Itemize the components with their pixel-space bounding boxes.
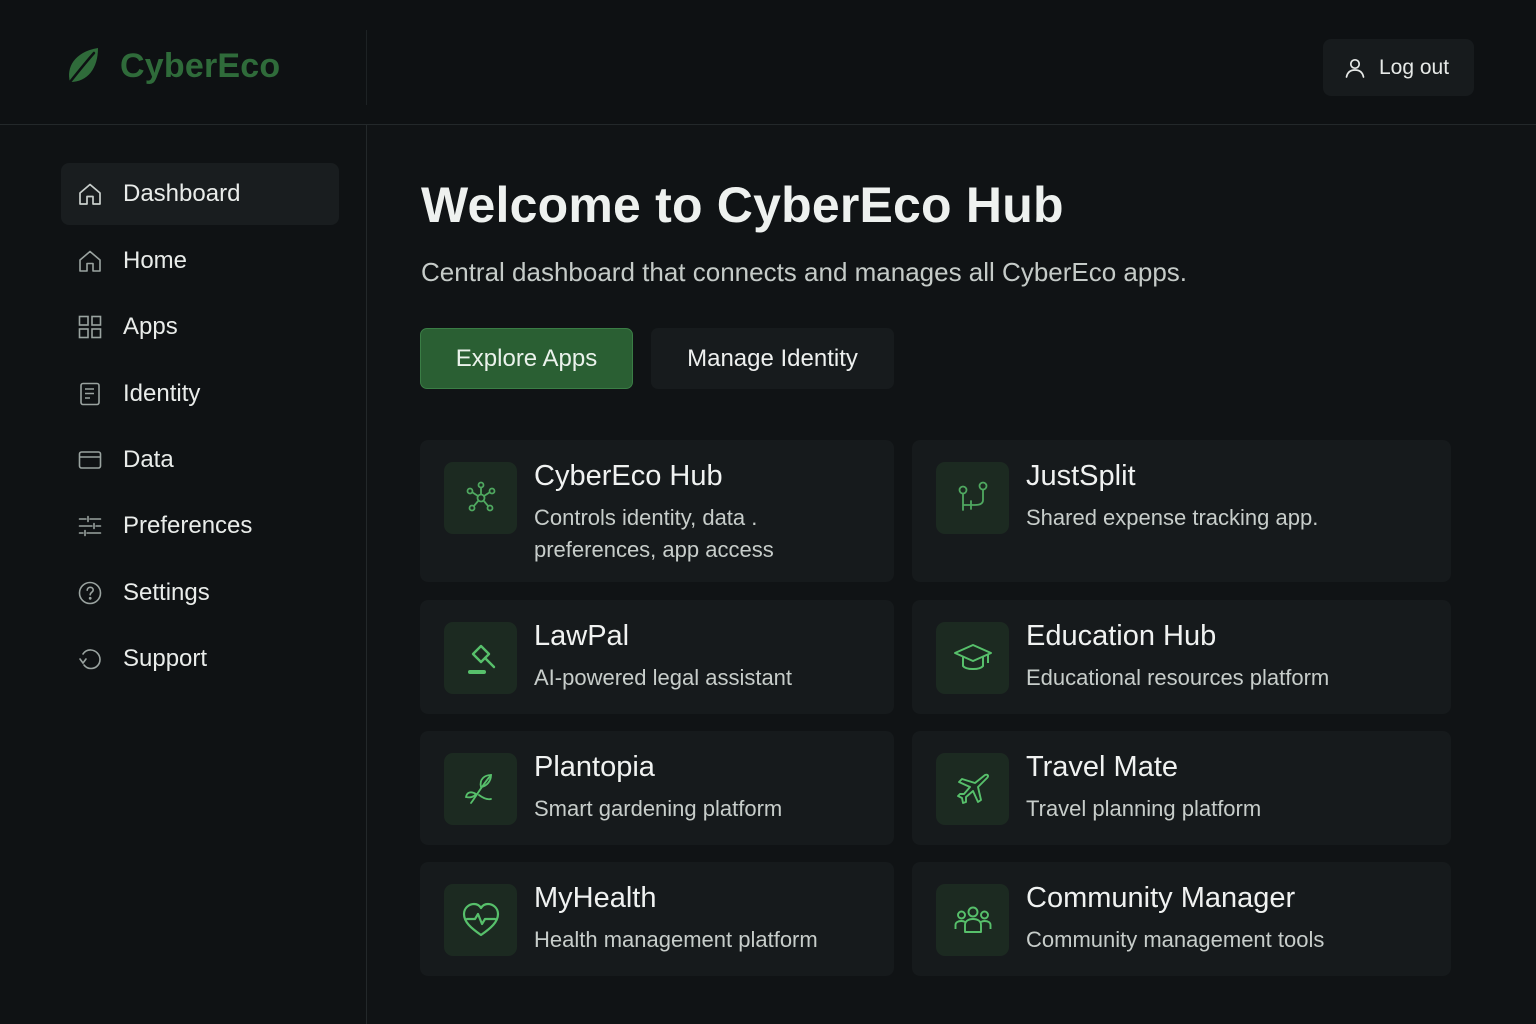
brand-logo[interactable]: CyberEco — [64, 44, 280, 88]
network-icon — [466, 481, 495, 512]
app-card-cyberecohub[interactable]: CyberEco Hub Controls identity, data . p… — [420, 440, 894, 582]
sidebar-item-dashboard[interactable]: Dashboard — [61, 163, 339, 225]
sidebar-item-home[interactable]: Home — [61, 230, 339, 292]
app-root: CyberEco Log out Dashboard Home Apps Ide… — [0, 0, 1536, 1024]
sidebar-item-apps[interactable]: Apps — [61, 296, 339, 358]
heart-pulse-icon — [462, 902, 499, 937]
split-icon — [958, 481, 987, 511]
home-icon — [79, 250, 101, 272]
card-title: MyHealth — [534, 882, 657, 914]
card-icon-box — [444, 884, 517, 956]
graduation-cap-icon — [953, 644, 992, 670]
card-icon-box — [444, 462, 517, 534]
card-title: Travel Mate — [1026, 751, 1179, 783]
logout-label: Log out — [1379, 55, 1450, 79]
card-desc: Controls identity, data . preferences, a… — [534, 505, 774, 562]
id-card-icon — [80, 382, 100, 406]
sliders-icon — [78, 515, 102, 537]
card-icon-box — [444, 753, 517, 825]
page-title: Welcome to CyberEco Hub — [421, 177, 1064, 233]
card-title: JustSplit — [1026, 460, 1136, 492]
header-divider — [366, 30, 367, 105]
sidebar-item-label: Dashboard — [123, 180, 241, 207]
home-icon — [79, 183, 101, 205]
card-desc: AI-powered legal assistant — [534, 665, 793, 690]
manage-identity-button[interactable]: Manage Identity — [651, 328, 894, 389]
card-desc: Community management tools — [1026, 927, 1325, 952]
app-card-travelmate[interactable]: Travel Mate Travel planning platform — [912, 731, 1451, 845]
app-card-educationhub[interactable]: Education Hub Educational resources plat… — [912, 600, 1451, 714]
card-desc: Smart gardening platform — [534, 796, 783, 821]
gavel-icon — [467, 644, 495, 674]
sidebar-item-label: Identity — [123, 380, 201, 407]
page-subtitle: Central dashboard that connects and mana… — [421, 257, 1188, 287]
card-title: Plantopia — [534, 751, 655, 783]
card-title: Education Hub — [1026, 620, 1217, 652]
card-title: Community Manager — [1026, 882, 1296, 914]
grid-icon — [78, 315, 102, 339]
plane-icon — [956, 773, 989, 804]
sidebar-item-label: Data — [123, 446, 174, 473]
card-icon-box — [444, 622, 517, 694]
card-title: LawPal — [534, 620, 630, 652]
card-icon-box — [936, 622, 1009, 694]
refresh-icon — [79, 649, 101, 670]
card-desc: Educational resources platform — [1026, 665, 1330, 690]
card-desc: Shared expense tracking app. — [1026, 505, 1319, 530]
help-circle-icon — [78, 581, 102, 605]
top-header: CyberEco Log out — [0, 0, 1536, 125]
sidebar-item-label: Preferences — [123, 512, 253, 539]
app-card-communitymanager[interactable]: Community Manager Community management t… — [912, 862, 1451, 976]
sidebar-item-label: Apps — [123, 313, 178, 340]
sidebar-item-support[interactable]: Support — [61, 628, 339, 690]
sidebar: Dashboard Home Apps Identity Data Prefer… — [0, 125, 367, 1024]
sidebar-item-settings[interactable]: Settings — [61, 562, 339, 624]
card-icon-box — [936, 753, 1009, 825]
logout-button[interactable]: Log out — [1323, 39, 1474, 96]
user-icon — [1345, 58, 1365, 78]
sidebar-item-preferences[interactable]: Preferences — [61, 495, 339, 557]
brand-name: CyberEco — [120, 46, 281, 85]
sidebar-item-label: Settings — [123, 579, 210, 606]
sprout-icon — [464, 774, 492, 804]
sidebar-item-label: Support — [123, 645, 208, 672]
card-desc: Health management platform — [534, 927, 818, 952]
card-desc: Travel planning platform — [1026, 796, 1262, 821]
leaf-icon — [68, 48, 98, 84]
sidebar-item-identity[interactable]: Identity — [61, 363, 339, 425]
card-icon-box — [936, 462, 1009, 534]
app-card-justsplit[interactable]: JustSplit Shared expense tracking app. — [912, 440, 1451, 582]
app-card-lawpal[interactable]: LawPal AI-powered legal assistant — [420, 600, 894, 714]
sidebar-item-data[interactable]: Data — [61, 429, 339, 491]
app-card-plantopia[interactable]: Plantopia Smart gardening platform — [420, 731, 894, 845]
card-icon — [78, 451, 102, 469]
explore-apps-button[interactable]: Explore Apps — [420, 328, 633, 389]
sidebar-item-label: Home — [123, 247, 188, 274]
card-icon-box — [936, 884, 1009, 956]
users-icon — [954, 906, 991, 933]
app-card-myhealth[interactable]: MyHealth Health management platform — [420, 862, 894, 976]
card-title: CyberEco Hub — [534, 460, 723, 492]
